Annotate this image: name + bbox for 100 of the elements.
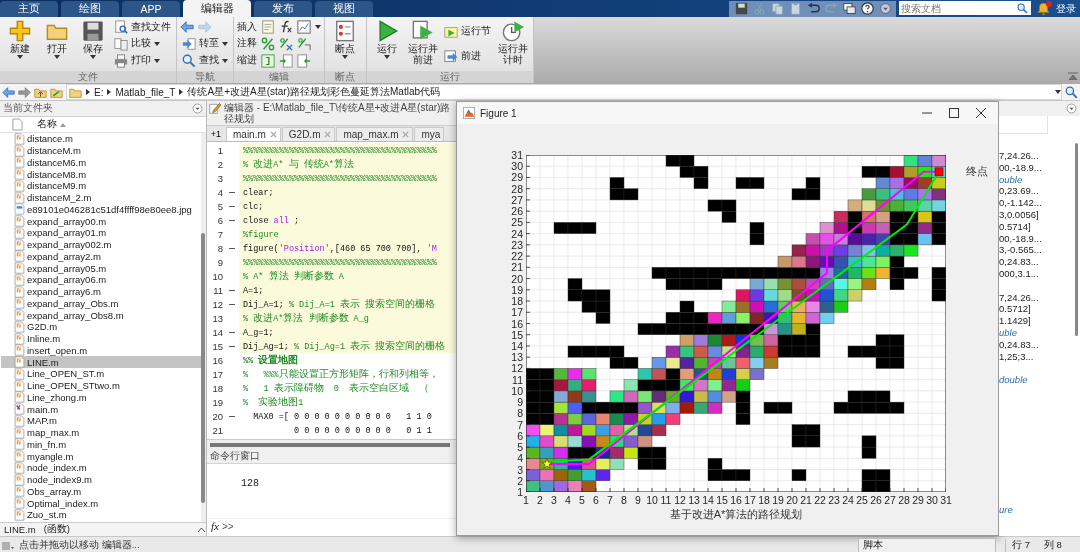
ribbon-button[interactable]: 运行节 bbox=[442, 23, 494, 40]
file-item[interactable]: G2D.m bbox=[14, 321, 201, 333]
function-browser-button[interactable]: fx bbox=[211, 520, 219, 532]
file-item[interactable]: node_index9.m bbox=[14, 473, 201, 486]
file-item[interactable]: Zuo_st.m bbox=[14, 509, 201, 521]
file-tab[interactable]: mya bbox=[414, 127, 445, 141]
close-icon[interactable] bbox=[269, 131, 277, 138]
ribbon-tab[interactable]: APP bbox=[122, 1, 180, 17]
file-item[interactable]: map_max.m bbox=[14, 426, 201, 439]
help-icon[interactable] bbox=[861, 2, 874, 15]
ribbon-button[interactable]: 断点 bbox=[328, 19, 363, 71]
dropdown-icon[interactable] bbox=[1066, 103, 1077, 114]
file-item[interactable]: Optimal_index.m bbox=[14, 497, 201, 509]
clipboard-icon[interactable] bbox=[789, 2, 802, 15]
editor-title: 编辑器 - E:\Matlab_file_T\传统A星+改进A星(star)路径规划 bbox=[224, 102, 452, 124]
left-arrow-icon[interactable] bbox=[2, 85, 15, 99]
file-item[interactable]: expand_array05.m bbox=[14, 262, 201, 274]
path-segment[interactable]: Matlab_file_T bbox=[115, 86, 176, 98]
undo-icon[interactable] bbox=[807, 2, 820, 15]
chevron-up-icon[interactable] bbox=[197, 526, 206, 533]
collapse-icon[interactable] bbox=[1068, 72, 1078, 80]
file-item[interactable]: expand_array00.m bbox=[14, 215, 201, 227]
search-field[interactable]: 搜索文档 bbox=[899, 1, 1031, 15]
file-item[interactable]: insert_open.m bbox=[14, 344, 201, 357]
command-prompt[interactable]: >> bbox=[221, 520, 234, 532]
file-item[interactable]: myangle.m bbox=[14, 450, 201, 462]
ribbon-button[interactable]: 保存 bbox=[75, 19, 111, 71]
ribbon-button[interactable]: 转至 bbox=[180, 36, 231, 52]
file-item[interactable]: distanceM6.m bbox=[14, 156, 201, 169]
ribbon-button[interactable]: 打开 bbox=[39, 19, 74, 71]
windows-icon[interactable] bbox=[843, 2, 856, 15]
ribbon-button[interactable]: 前进 bbox=[442, 48, 494, 65]
ribbon-tab[interactable]: 发布 bbox=[254, 1, 312, 17]
file-item[interactable]: distanceM_2.m bbox=[14, 191, 201, 204]
file-item[interactable]: distanceM9.m bbox=[14, 180, 201, 192]
file-item[interactable]: Line_zhong.m bbox=[14, 391, 201, 404]
file-item[interactable]: Inline.m bbox=[14, 332, 201, 345]
grip-icon[interactable] bbox=[2, 540, 14, 551]
close-icon[interactable] bbox=[324, 131, 332, 138]
ribbon-tab[interactable]: 视图 bbox=[315, 1, 373, 17]
file-item[interactable]: LINE.m bbox=[1, 356, 201, 368]
file-tab[interactable]: G2D.m bbox=[281, 127, 336, 141]
file-item[interactable]: expand_array_Obs.m bbox=[14, 297, 201, 310]
file-item[interactable]: min_fn.m bbox=[14, 438, 201, 451]
cell-marker-button[interactable]: +1 bbox=[207, 127, 225, 141]
close-icon[interactable] bbox=[402, 131, 410, 138]
ribbon-button[interactable]: 打印 bbox=[112, 52, 174, 69]
file-item[interactable]: node_index.m bbox=[14, 462, 201, 474]
ribbon-button[interactable]: 查找 bbox=[180, 52, 231, 69]
group-label: 编辑 bbox=[234, 71, 325, 83]
address-field[interactable]: E: Matlab_file_T 传统A星+改进A星(star)路径规划彩色蔓延算法Matlab代码 bbox=[66, 84, 1062, 100]
file-item[interactable]: expand_array6.m bbox=[14, 285, 201, 298]
function-icon[interactable] bbox=[279, 20, 294, 35]
bracket-page-icon[interactable] bbox=[261, 53, 276, 68]
ribbon-button[interactable]: 运行并计时 bbox=[495, 19, 530, 71]
page-arrow-icon[interactable] bbox=[279, 53, 294, 68]
file-item[interactable]: distanceM8.m bbox=[14, 168, 201, 180]
file-item[interactable]: expand_array002.m bbox=[14, 238, 201, 251]
page-arrow-icon[interactable] bbox=[297, 53, 312, 68]
ribbon-button[interactable]: 运行并前进 bbox=[405, 19, 441, 71]
line-number: 20 bbox=[211, 410, 223, 422]
file-item[interactable]: distance.m bbox=[14, 133, 201, 145]
ribbon-tab[interactable]: 绘图 bbox=[61, 1, 119, 17]
search-icon[interactable] bbox=[1017, 2, 1028, 14]
ribbon-tab[interactable]: 主页 bbox=[0, 1, 58, 17]
path-segment[interactable]: E: bbox=[94, 86, 104, 98]
scrollbar-thumb[interactable] bbox=[201, 233, 205, 503]
file-item[interactable]: Line_OPEN_STtwo.m bbox=[14, 379, 201, 392]
column-header[interactable]: 名称 bbox=[37, 118, 66, 131]
search-icon[interactable] bbox=[1065, 85, 1078, 99]
ribbon-button[interactable]: 新建 bbox=[3, 19, 38, 71]
file-item[interactable]: expand_array_Obs8.m bbox=[14, 309, 201, 321]
file-tab[interactable]: map_max.m bbox=[336, 127, 414, 141]
scrollbar-thumb[interactable] bbox=[1075, 143, 1078, 336]
file-item[interactable]: Line_OPEN_ST.m bbox=[14, 368, 201, 380]
ribbon-button[interactable]: 查找文件 bbox=[112, 19, 174, 36]
ribbon-button[interactable]: 运行 bbox=[369, 19, 404, 71]
file-tab[interactable]: main.m bbox=[226, 127, 281, 141]
file-item[interactable]: main.m bbox=[14, 403, 201, 415]
copy-icon[interactable] bbox=[771, 2, 784, 15]
bell-icon[interactable] bbox=[1037, 1, 1050, 16]
file-item[interactable]: e89101e046281c51df4ffff98e80ee8.jpg bbox=[14, 203, 201, 216]
tick-label: 9 bbox=[634, 494, 642, 506]
file-item[interactable]: expand_array2.m bbox=[14, 250, 201, 263]
login-link[interactable]: 登录 bbox=[1056, 1, 1076, 16]
scrollbar-thumb[interactable] bbox=[210, 442, 450, 447]
right-arrow-icon[interactable] bbox=[18, 85, 31, 99]
dropdown-icon[interactable] bbox=[879, 2, 892, 15]
file-type-field: 脚本 bbox=[858, 538, 996, 552]
path-segment[interactable]: 传统A星+改进A星(star)路径规划彩色蔓延算法Matlab代码 bbox=[187, 85, 440, 99]
file-item[interactable]: distanceM.m bbox=[14, 144, 201, 157]
left-arrow-icon[interactable] bbox=[180, 20, 195, 35]
dropdown-icon[interactable] bbox=[192, 103, 203, 114]
ribbon-tab[interactable]: 编辑器 bbox=[183, 0, 251, 17]
file-item[interactable]: expand_array01.m bbox=[14, 227, 201, 239]
file-item[interactable]: expand_array06.m bbox=[14, 274, 201, 286]
file-item[interactable]: MAP.m bbox=[14, 415, 201, 427]
ribbon-button[interactable]: 比较 bbox=[112, 36, 174, 52]
percent-cross-icon[interactable] bbox=[279, 37, 294, 51]
file-item[interactable]: Obs_array.m bbox=[14, 485, 201, 498]
